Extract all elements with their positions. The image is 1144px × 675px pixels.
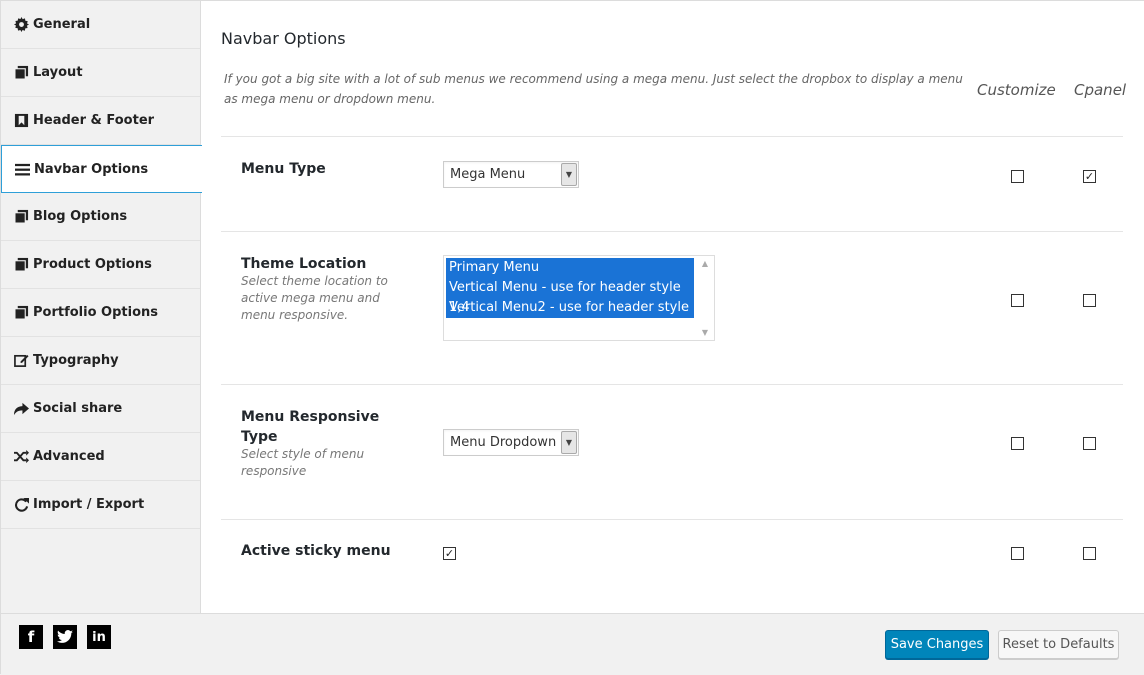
sidebar-item-label: Navbar Options [34, 161, 149, 177]
copy-icon [13, 209, 29, 225]
active-sticky-menu-label: Active sticky menu [241, 543, 391, 559]
bars-icon [14, 161, 30, 177]
page-title: Navbar Options [221, 29, 346, 48]
list-option[interactable]: Vertical Menu2 - use for header style 3 [446, 298, 694, 335]
row-divider [221, 519, 1123, 520]
sidebar-item-portfolio-options[interactable]: Portfolio Options [1, 289, 200, 337]
random-icon [13, 449, 29, 465]
edit-icon [13, 353, 29, 369]
list-option[interactable]: Vertical Menu - use for header style 1,4 [446, 278, 694, 315]
row-divider [221, 231, 1123, 232]
options-footer: f in Save Changes Reset to Defaults [1, 613, 1144, 675]
sidebar-item-blog-options[interactable]: Blog Options [1, 193, 200, 241]
copy-icon [13, 65, 29, 81]
sidebar-item-label: Product Options [33, 257, 152, 272]
theme-location-customize-checkbox[interactable] [1011, 294, 1024, 307]
sidebar-item-label: Social share [33, 401, 123, 416]
menu-type-select[interactable]: Mega Menu ▼ [443, 161, 579, 188]
theme-location-label: Theme Location [241, 256, 367, 272]
theme-location-multiselect[interactable]: Primary Menu Vertical Menu - use for hea… [443, 255, 715, 341]
gear-icon [13, 17, 29, 33]
sticky-menu-cpanel-checkbox[interactable] [1083, 547, 1096, 560]
sidebar-item-label: Blog Options [33, 209, 128, 224]
options-panel: General Layout Header & Footer Navbar Op… [0, 0, 1144, 675]
listbox-scrollbar[interactable]: ▲ ▼ [697, 257, 713, 339]
save-changes-button[interactable]: Save Changes [885, 630, 989, 659]
menu-responsive-type-value: Menu Dropdown [450, 435, 557, 450]
chevron-down-icon: ▼ [561, 431, 577, 454]
bookmark-icon [13, 113, 29, 129]
row-divider [221, 384, 1123, 385]
sidebar-item-general[interactable]: General [1, 1, 200, 49]
menu-responsive-type-description: Select style of menu responsive [241, 447, 365, 478]
menu-responsive-type-label: Menu Responsive Type [241, 409, 380, 445]
sidebar-item-label: General [33, 17, 91, 32]
theme-location-description: Select theme location to active mega men… [241, 274, 388, 322]
sidebar-item-label: Advanced [33, 449, 105, 464]
sidebar-item-product-options[interactable]: Product Options [1, 241, 200, 289]
check-icon: ✓ [444, 547, 455, 560]
refresh-icon [13, 497, 29, 513]
sidebar-item-import-export[interactable]: Import / Export [1, 481, 200, 529]
menu-responsive-cpanel-checkbox[interactable] [1083, 437, 1096, 450]
list-option[interactable]: Primary Menu [446, 258, 694, 278]
chevron-up-icon: ▲ [701, 259, 709, 268]
column-header-customize: Customize [977, 81, 1056, 99]
sidebar-item-social-share[interactable]: Social share [1, 385, 200, 433]
share-icon [13, 401, 29, 417]
facebook-icon[interactable]: f [19, 625, 43, 649]
menu-responsive-customize-checkbox[interactable] [1011, 437, 1024, 450]
column-header-cpanel: Cpanel [1074, 81, 1127, 99]
reset-defaults-button[interactable]: Reset to Defaults [998, 630, 1119, 659]
menu-type-customize-checkbox[interactable] [1011, 170, 1024, 183]
chevron-down-icon: ▼ [561, 163, 577, 186]
copy-icon [13, 305, 29, 321]
sidebar-item-advanced[interactable]: Advanced [1, 433, 200, 481]
sticky-menu-customize-checkbox[interactable] [1011, 547, 1024, 560]
sidebar-item-label: Portfolio Options [33, 305, 158, 320]
sidebar-item-layout[interactable]: Layout [1, 49, 200, 97]
sidebar-item-label: Import / Export [33, 497, 145, 512]
sidebar-item-typography[interactable]: Typography [1, 337, 200, 385]
sidebar: General Layout Header & Footer Navbar Op… [1, 1, 202, 613]
section-description: If you got a big site with a lot of sub … [224, 72, 963, 106]
main-content: Navbar Options If you got a big site wit… [201, 1, 1144, 613]
copy-icon [13, 257, 29, 273]
linkedin-icon[interactable]: in [87, 625, 111, 649]
menu-responsive-type-select[interactable]: Menu Dropdown ▼ [443, 429, 579, 456]
menu-type-label: Menu Type [241, 161, 326, 177]
theme-location-cpanel-checkbox[interactable] [1083, 294, 1096, 307]
twitter-icon[interactable] [53, 625, 77, 649]
sidebar-item-label: Layout [33, 65, 83, 80]
sidebar-item-label: Header & Footer [33, 113, 155, 128]
row-divider [221, 136, 1123, 137]
active-sticky-menu-checkbox[interactable]: ✓ [443, 547, 456, 560]
chevron-down-icon: ▼ [701, 328, 709, 337]
menu-type-value: Mega Menu [450, 167, 526, 182]
sidebar-item-label: Typography [33, 353, 119, 368]
sidebar-item-navbar-options[interactable]: Navbar Options [1, 145, 202, 193]
check-icon: ✓ [1084, 170, 1095, 183]
sidebar-item-header-footer[interactable]: Header & Footer [1, 97, 200, 145]
menu-type-cpanel-checkbox[interactable]: ✓ [1083, 170, 1096, 183]
